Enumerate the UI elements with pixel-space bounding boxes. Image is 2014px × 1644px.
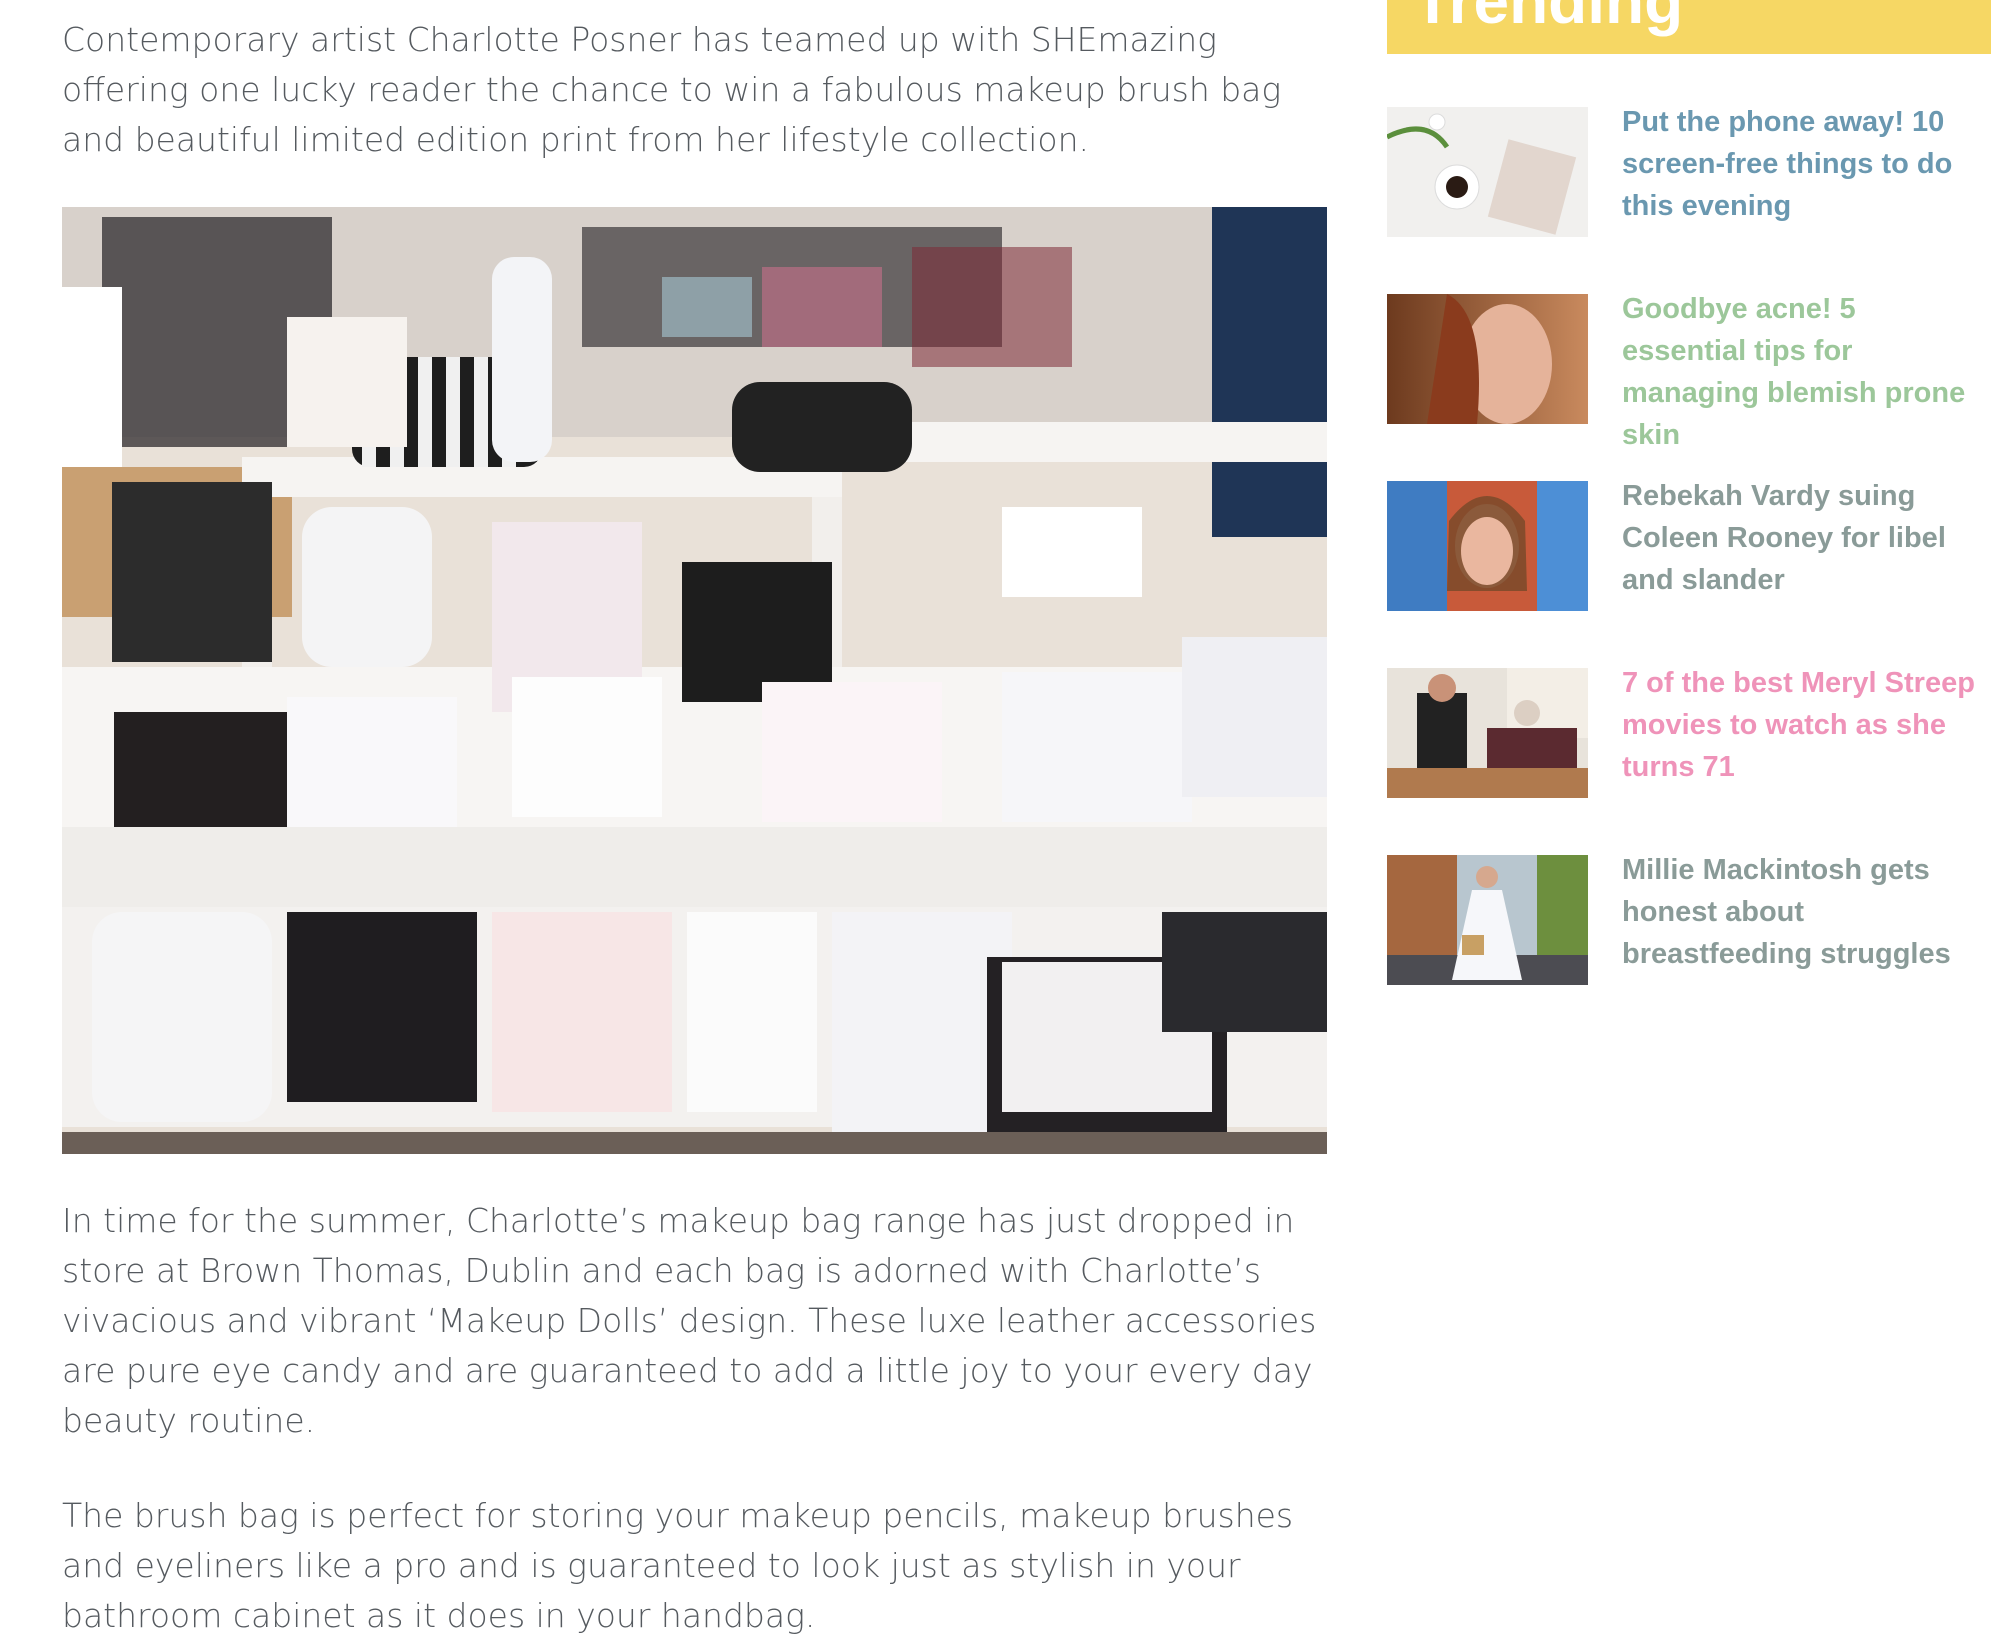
trending-item-title[interactable]: Put the phone away! 10 screen-free thing… xyxy=(1622,101,1987,227)
trending-item[interactable]: Millie Mackintosh gets honest about brea… xyxy=(1387,854,1991,995)
article-paragraph-summer: In time for the summer, Charlotte’s make… xyxy=(62,1201,1317,1440)
trending-item[interactable]: 7 of the best Meryl Streep movies to wat… xyxy=(1387,667,1991,808)
trending-thumbnail[interactable] xyxy=(1387,668,1588,798)
trending-item-title[interactable]: Goodbye acne! 5 essential tips for manag… xyxy=(1622,288,1987,456)
trending-title: Trending xyxy=(1413,0,1684,37)
trending-item-title[interactable]: Millie Mackintosh gets honest about brea… xyxy=(1622,849,1987,975)
trending-thumbnail[interactable] xyxy=(1387,855,1588,985)
trending-thumbnail[interactable] xyxy=(1387,481,1588,611)
trending-item-title[interactable]: 7 of the best Meryl Streep movies to wat… xyxy=(1622,662,1987,788)
trending-header: Trending xyxy=(1387,0,1991,54)
article-paragraph-brush-bag: The brush bag is perfect for storing you… xyxy=(62,1496,1294,1635)
store-display-photo xyxy=(62,207,1327,1154)
trending-item-title[interactable]: Rebekah Vardy suing Coleen Rooney for li… xyxy=(1622,475,1987,601)
trending-thumbnail[interactable] xyxy=(1387,107,1588,237)
trending-thumbnail[interactable] xyxy=(1387,294,1588,424)
trending-item[interactable]: Put the phone away! 10 screen-free thing… xyxy=(1387,106,1991,247)
article-paragraph-intro: Contemporary artist Charlotte Posner has… xyxy=(62,20,1282,159)
trending-item[interactable]: Rebekah Vardy suing Coleen Rooney for li… xyxy=(1387,480,1991,621)
trending-item[interactable]: Goodbye acne! 5 essential tips for manag… xyxy=(1387,293,1991,451)
